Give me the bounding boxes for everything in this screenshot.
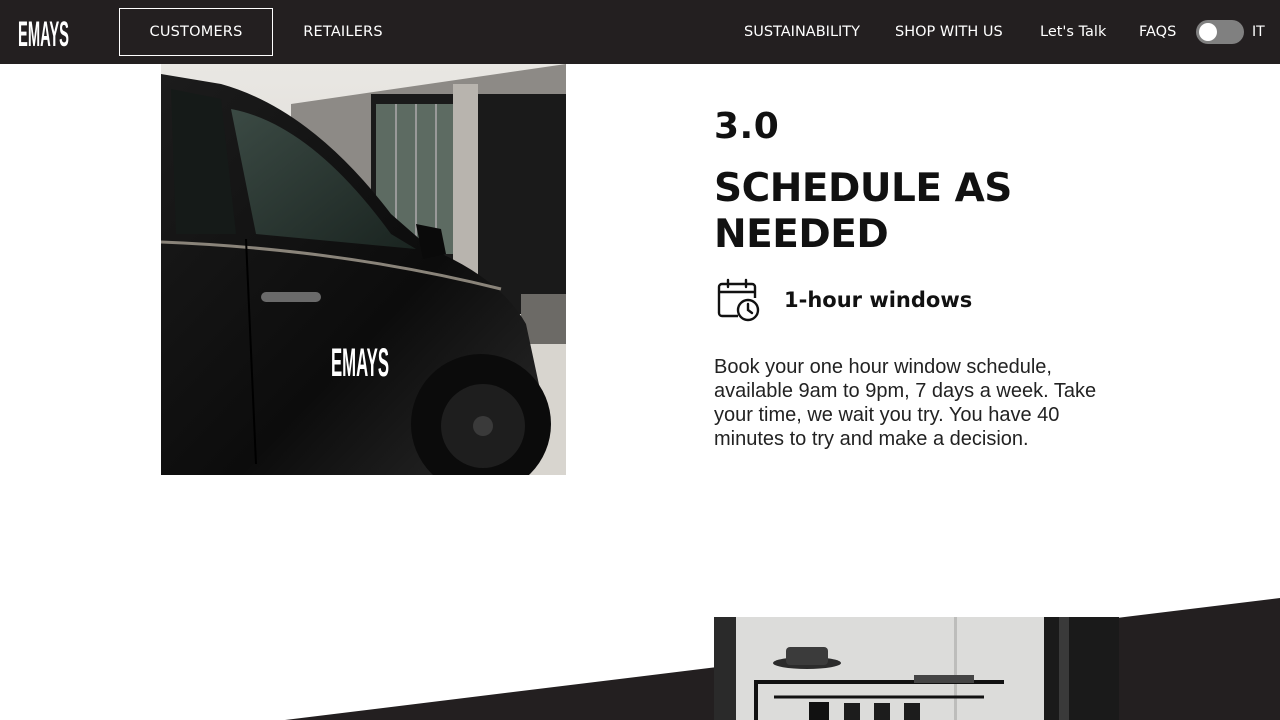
clothing-rack-photo	[714, 617, 1119, 720]
svg-text:EMAYS: EMAYS	[18, 15, 69, 50]
step-number: 3.0	[714, 106, 780, 147]
car-door-logo: EMAYS	[331, 341, 389, 385]
nav-customers-tab[interactable]: CUSTOMERS	[119, 8, 273, 56]
delivery-car-photo: EMAYS	[161, 64, 566, 475]
section-title: SCHEDULE AS NEEDED	[714, 166, 1012, 257]
calendar-clock-icon	[717, 278, 760, 322]
nav-lets-talk-link[interactable]: Let's Talk	[1040, 20, 1106, 44]
toggle-knob	[1199, 23, 1217, 41]
language-toggle[interactable]	[1196, 20, 1244, 44]
feature-row: 1-hour windows	[714, 276, 972, 324]
nav-faqs-link[interactable]: FAQS	[1139, 20, 1176, 44]
top-navigation-bar: EMAYS CUSTOMERS RETAILERS SUSTAINABILITY…	[0, 0, 1280, 64]
nav-retailers-tab[interactable]: RETAILERS	[288, 8, 398, 56]
feature-label: 1-hour windows	[784, 288, 973, 312]
language-label[interactable]: IT	[1252, 20, 1265, 44]
nav-shop-with-us-link[interactable]: SHOP WITH US	[895, 20, 1003, 44]
nav-sustainability-link[interactable]: SUSTAINABILITY	[744, 20, 860, 44]
section-description: Book your one hour window schedule, avai…	[714, 356, 1097, 450]
emays-logo[interactable]: EMAYS	[18, 14, 70, 50]
